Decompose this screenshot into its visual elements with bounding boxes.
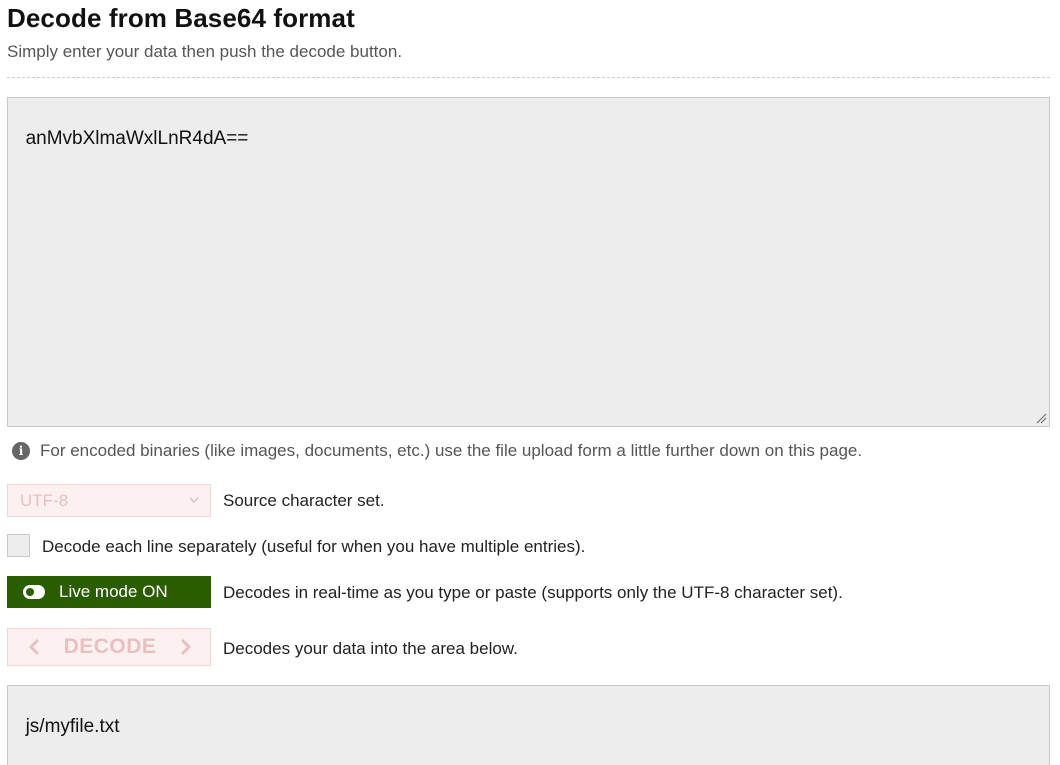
- resize-grip-icon[interactable]: [1035, 412, 1047, 424]
- info-note: i For encoded binaries (like images, doc…: [12, 441, 862, 461]
- page-title: Decode from Base64 format: [7, 3, 355, 33]
- input-textarea[interactable]: anMvbXlmaWxlLnR4dA==: [7, 97, 1050, 427]
- info-text: For encoded binaries (like images, docum…: [40, 441, 863, 460]
- output-text: js/myfile.txt: [25, 716, 120, 737]
- live-mode-label: Live mode ON: [59, 582, 168, 601]
- chevron-down-icon: [189, 497, 199, 504]
- charset-label: Source character set.: [223, 491, 385, 510]
- charset-select[interactable]: UTF-8: [7, 484, 211, 517]
- decode-button[interactable]: DECODE: [7, 628, 211, 666]
- chevron-right-icon: [180, 638, 192, 656]
- divider: [7, 77, 1050, 78]
- input-text: anMvbXlmaWxlLnR4dA==: [25, 128, 249, 149]
- decode-lines-checkbox[interactable]: [7, 534, 30, 557]
- info-icon: i: [12, 442, 30, 460]
- charset-selected-value: UTF-8: [20, 491, 69, 510]
- chevron-left-icon: [28, 638, 40, 656]
- output-textarea[interactable]: js/myfile.txt: [7, 685, 1050, 765]
- live-mode-description: Decodes in real-time as you type or past…: [223, 583, 843, 602]
- live-mode-button[interactable]: Live mode ON: [7, 576, 211, 608]
- decode-button-label: DECODE: [63, 635, 157, 658]
- decode-description: Decodes your data into the area below.: [223, 639, 518, 658]
- page-subtitle: Simply enter your data then push the dec…: [7, 42, 403, 61]
- decode-lines-label: Decode each line separately (useful for …: [42, 537, 586, 556]
- toggle-on-icon: [23, 585, 45, 599]
